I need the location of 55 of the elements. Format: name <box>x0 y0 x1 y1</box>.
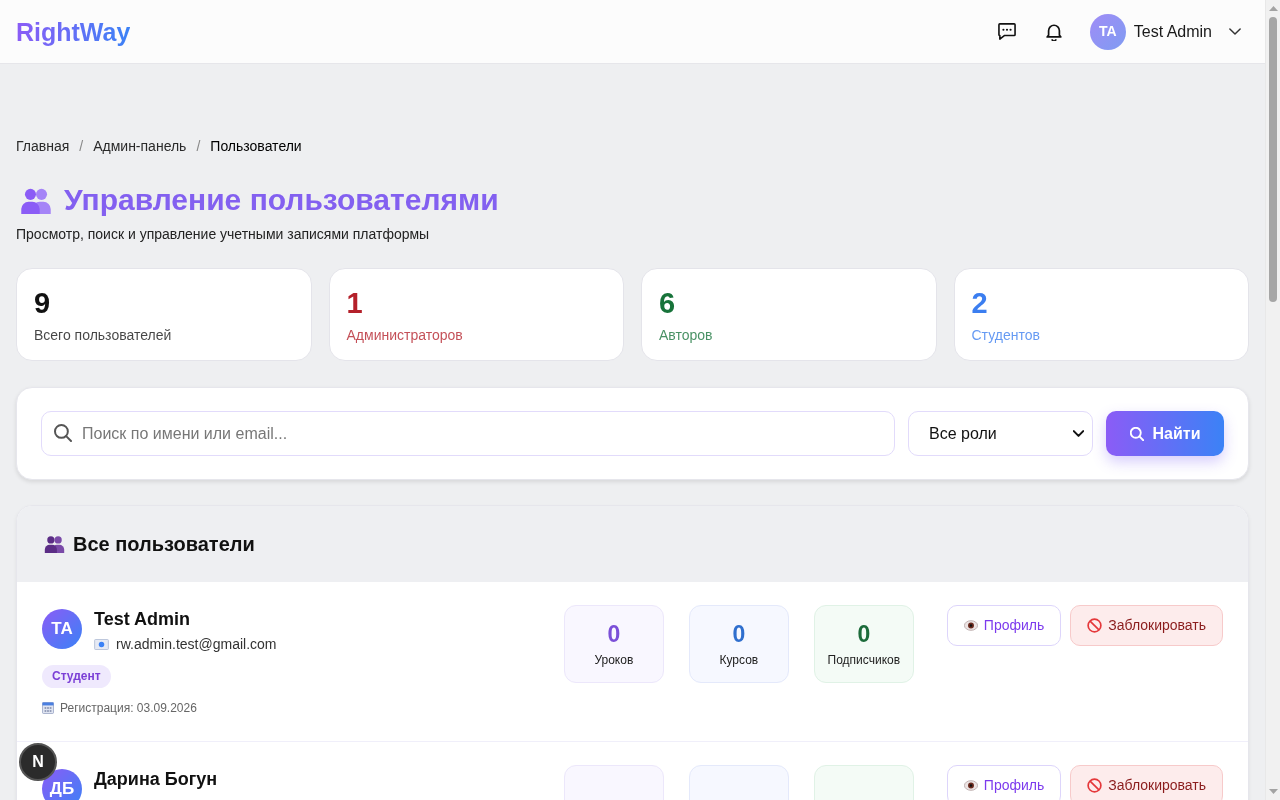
search-button[interactable]: Найти <box>1106 411 1224 456</box>
profile-button[interactable]: Профиль <box>946 605 1062 646</box>
user-avatar: ДБ <box>42 769 82 800</box>
ban-icon <box>1087 618 1103 633</box>
stat-value: 0 <box>606 620 622 648</box>
stat-label: Студентов <box>971 326 1041 344</box>
block-button[interactable]: Заблокировать <box>1070 765 1223 800</box>
scroll-down-arrow-icon[interactable] <box>1269 789 1278 794</box>
stat-value: 1 <box>346 286 364 320</box>
users-card-title: Все пользователи <box>73 532 255 556</box>
user-name: Test Admin <box>94 608 191 630</box>
calendar-icon <box>42 702 54 714</box>
stat-label: Авторов <box>659 326 714 344</box>
user-name[interactable]: Test Admin <box>1133 19 1212 44</box>
stat-label: Курсов <box>718 652 760 668</box>
chat-icon[interactable] <box>997 23 1016 40</box>
page-title: Управление пользователями <box>64 182 499 218</box>
envelope-icon <box>94 638 109 650</box>
breadcrumb-link[interactable]: Админ-панель <box>93 138 187 154</box>
user-name: Дарина Богун <box>94 768 218 790</box>
eye-icon <box>963 780 978 791</box>
search-icon <box>54 424 72 442</box>
search-icon <box>1129 426 1144 441</box>
profile-button[interactable]: Профиль <box>946 765 1062 800</box>
user-avatar: TA <box>42 609 82 649</box>
stat-label: Всего пользователей <box>34 326 173 344</box>
chevron-down-icon <box>1073 430 1084 437</box>
scrollbar-track[interactable] <box>1265 0 1280 800</box>
user-email: rw.admin.test@gmail.com <box>116 635 277 654</box>
search-field[interactable]: Поиск по имени или email... <box>41 411 895 456</box>
stat-value: 9 <box>34 286 52 320</box>
role-badge: Студент <box>42 665 111 688</box>
stat-label: Уроков <box>593 652 635 668</box>
bell-icon[interactable] <box>1045 22 1062 41</box>
stat-label: Подписчиков <box>826 652 902 668</box>
scroll-up-arrow-icon[interactable] <box>1269 6 1278 11</box>
people-icon <box>20 186 52 214</box>
breadcrumb-link[interactable]: Главная <box>16 138 70 154</box>
scrollbar-thumb[interactable] <box>1269 17 1277 302</box>
block-button[interactable]: Заблокировать <box>1070 605 1223 646</box>
stat-value: 6 <box>659 286 677 320</box>
page-subtitle: Просмотр, поиск и управление учетными записями платформы <box>16 226 431 242</box>
role-select[interactable]: Все роли <box>908 411 1093 456</box>
breadcrumb-separator: / <box>196 138 201 154</box>
stat-label: Администраторов <box>346 326 464 344</box>
breadcrumb-separator: / <box>79 138 84 154</box>
breadcrumb-current: Пользователи <box>210 138 302 154</box>
chevron-down-icon[interactable] <box>1229 28 1241 35</box>
people-icon <box>44 535 65 553</box>
stat-value: 0 <box>731 620 747 648</box>
eye-icon <box>963 620 978 631</box>
registration-date: Регистрация: 03.09.2026 <box>60 700 197 716</box>
stat-value: 2 <box>971 286 989 320</box>
stat-value: 0 <box>856 620 872 648</box>
ban-icon <box>1087 778 1103 793</box>
